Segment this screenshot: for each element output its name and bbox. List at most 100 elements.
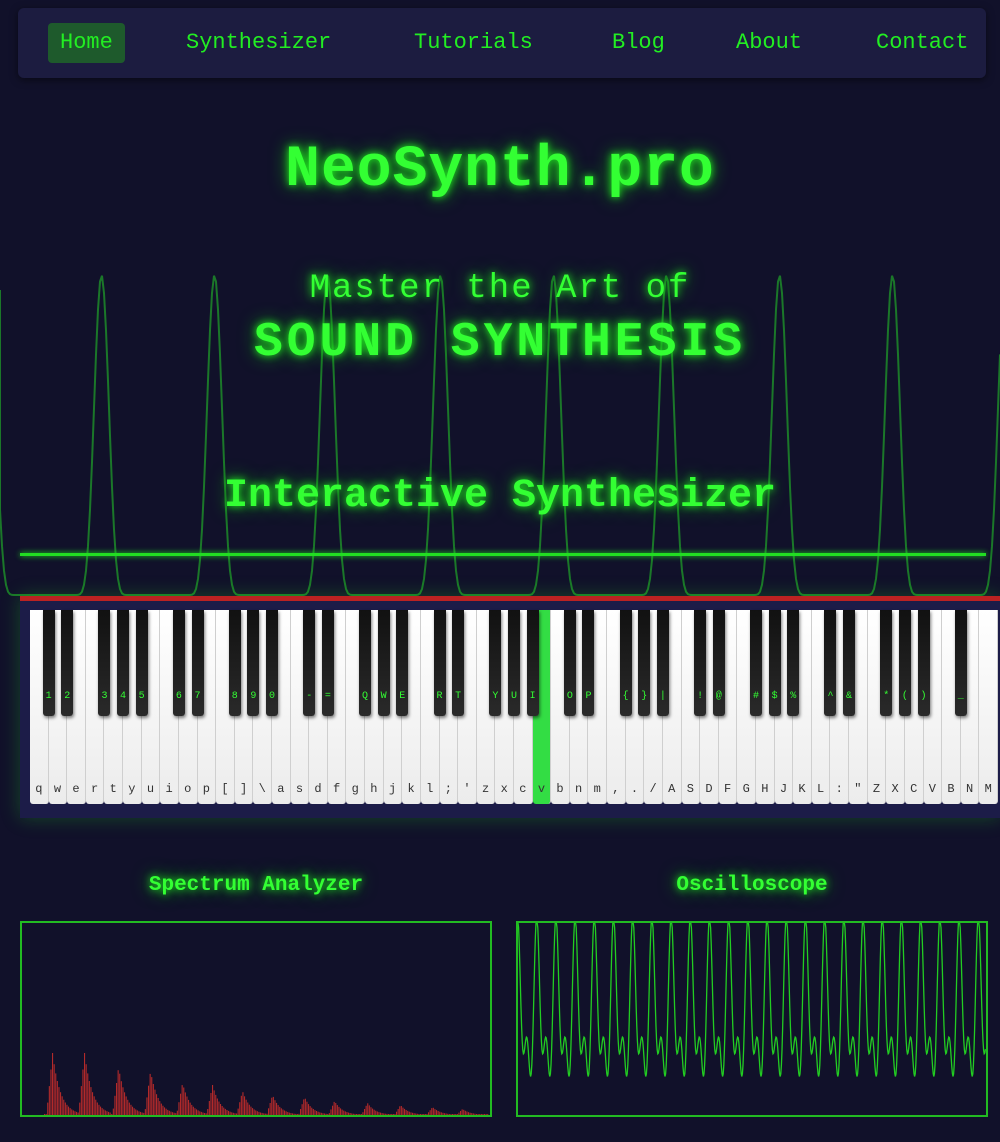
spectrum-bar xyxy=(452,1114,454,1115)
spectrum-bar xyxy=(157,1098,159,1115)
black-key[interactable]: 9 xyxy=(247,610,260,716)
black-key-label: Y xyxy=(492,691,499,702)
white-key-label: m xyxy=(593,782,601,796)
black-key[interactable]: 8 xyxy=(228,610,241,716)
spectrum-bar xyxy=(468,1112,470,1115)
nav-tutorials-link[interactable]: Tutorials xyxy=(402,23,545,63)
black-key[interactable]: 6 xyxy=(172,610,185,716)
black-key[interactable]: I xyxy=(526,610,539,716)
spectrum-bar xyxy=(447,1113,449,1115)
spectrum-bar xyxy=(328,1113,330,1115)
spectrum-bar xyxy=(303,1099,305,1115)
spectrum-bar xyxy=(148,1085,150,1115)
black-key[interactable]: 1 xyxy=(42,610,55,716)
black-key[interactable]: P xyxy=(582,610,595,716)
spectrum-bar xyxy=(72,1110,74,1115)
black-key[interactable]: T xyxy=(452,610,465,716)
black-key[interactable]: 3 xyxy=(98,610,111,716)
black-key[interactable]: @ xyxy=(712,610,725,716)
spectrum-bar xyxy=(236,1113,238,1115)
spectrum-bar xyxy=(239,1102,241,1115)
black-key[interactable]: E xyxy=(396,610,409,716)
spectrum-bar xyxy=(232,1112,234,1115)
black-key[interactable]: { xyxy=(619,610,632,716)
spectrum-bar xyxy=(120,1081,122,1115)
spectrum-bar xyxy=(357,1114,359,1115)
spectrum-bar xyxy=(207,1109,209,1115)
black-key[interactable]: = xyxy=(321,610,334,716)
spectrum-bar xyxy=(114,1095,116,1115)
black-key[interactable]: # xyxy=(750,610,762,716)
black-key[interactable]: 2 xyxy=(61,610,74,716)
spectrum-bar xyxy=(69,1108,71,1115)
section-title-synthesizer: Interactive Synthesizer xyxy=(223,474,777,519)
black-key[interactable]: % xyxy=(787,610,800,716)
white-key-label: M xyxy=(984,782,992,796)
spectrum-bar xyxy=(119,1073,121,1115)
white-key-label: b xyxy=(556,782,564,796)
spectrum-bar xyxy=(375,1110,377,1115)
black-key[interactable]: $ xyxy=(768,610,781,716)
nav-home-link[interactable]: Home xyxy=(48,23,125,63)
black-key-label: 4 xyxy=(120,691,127,702)
spectrum-bar xyxy=(428,1112,430,1115)
spectrum-bar xyxy=(266,1113,268,1115)
white-key-label: n xyxy=(575,782,583,796)
spectrum-bar xyxy=(127,1099,129,1115)
spectrum-bar xyxy=(149,1073,151,1115)
black-key[interactable]: | xyxy=(656,610,669,716)
oscilloscope-plot xyxy=(518,923,986,1077)
spectrum-bar xyxy=(394,1114,396,1115)
black-key[interactable]: Y xyxy=(489,610,502,716)
nav-about-link[interactable]: About xyxy=(724,23,814,63)
black-key-label: W xyxy=(380,691,387,702)
white-key-label: S xyxy=(686,782,694,796)
white-key-label: : xyxy=(835,782,843,796)
black-key[interactable]: Q xyxy=(359,610,372,716)
black-key-label: O xyxy=(566,691,573,702)
black-key[interactable]: U xyxy=(508,610,520,716)
spectrum-bar xyxy=(71,1109,73,1115)
black-key[interactable]: ^ xyxy=(824,610,837,716)
black-key[interactable]: ) xyxy=(917,610,930,716)
black-key[interactable]: & xyxy=(843,610,856,716)
spectrum-bar xyxy=(399,1106,401,1115)
black-key[interactable]: 4 xyxy=(117,610,130,716)
black-key[interactable]: - xyxy=(303,610,316,716)
black-key[interactable]: * xyxy=(880,610,893,716)
white-key-label: a xyxy=(277,782,285,796)
spectrum-bar xyxy=(184,1092,186,1115)
spectrum-analyzer-title: Spectrum Analyzer xyxy=(148,874,364,897)
spectrum-bar xyxy=(380,1112,382,1115)
black-key-label: 2 xyxy=(64,691,71,702)
spectrum-bar xyxy=(343,1110,345,1115)
nav-synthesizer-link[interactable]: Synthesizer xyxy=(174,23,343,63)
spectrum-bar xyxy=(79,1102,81,1115)
black-key[interactable]: 0 xyxy=(266,610,278,716)
black-key[interactable]: O xyxy=(563,610,576,716)
spectrum-bar xyxy=(48,1086,50,1115)
black-key[interactable]: W xyxy=(377,610,390,716)
white-key-label: g xyxy=(351,782,359,796)
black-key[interactable]: R xyxy=(433,610,446,716)
black-key[interactable]: } xyxy=(638,610,651,716)
spectrum-bar xyxy=(412,1112,414,1115)
black-key[interactable]: 5 xyxy=(135,610,148,716)
nav-blog-link[interactable]: Blog xyxy=(600,23,677,63)
section-divider xyxy=(20,553,986,556)
spectrum-bar xyxy=(308,1104,310,1115)
black-key[interactable]: _ xyxy=(954,610,967,716)
spectrum-bar xyxy=(479,1114,481,1115)
black-key[interactable]: ! xyxy=(694,610,707,716)
nav-contact-link[interactable]: Contact xyxy=(864,23,980,63)
white-key[interactable]: M xyxy=(979,610,998,804)
spectrum-bar xyxy=(112,1108,114,1115)
spectrum-bar xyxy=(210,1093,212,1115)
spectrum-bar xyxy=(408,1111,410,1115)
spectrum-bar xyxy=(317,1111,319,1115)
white-key-label: x xyxy=(500,782,508,796)
black-key[interactable]: ( xyxy=(898,610,911,716)
spectrum-bar xyxy=(367,1103,369,1115)
black-key[interactable]: 7 xyxy=(191,610,204,716)
white-key-label: v xyxy=(537,782,546,796)
